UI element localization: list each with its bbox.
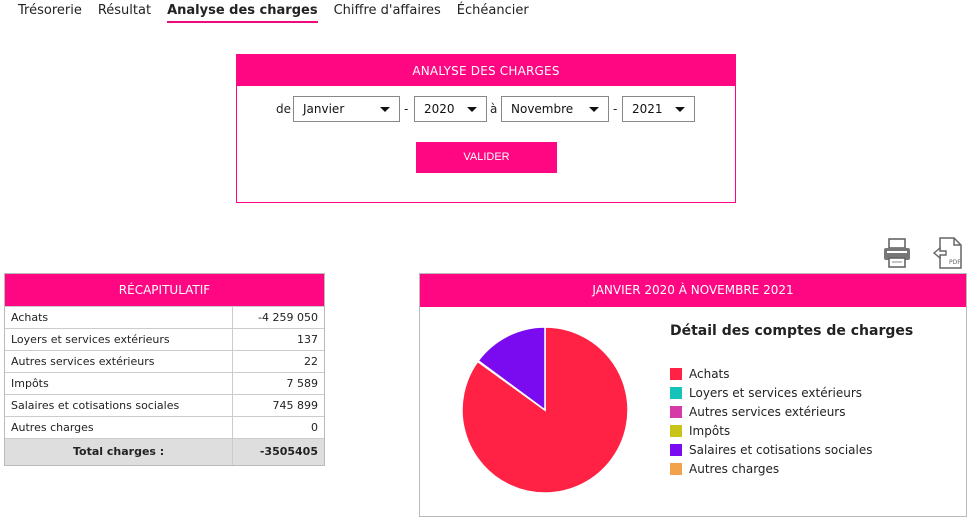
row-value: 0 [232,416,324,439]
from-year-value: 2020 [424,102,455,116]
legend-swatch [670,386,682,399]
from-month-select[interactable]: Janvier [293,96,400,122]
legend-label: Autres charges [689,461,780,476]
table-row: Autres charges 0 [5,416,324,439]
legend-swatch [670,443,682,456]
pie-chart [461,326,629,494]
legend-label: Autres services extérieurs [689,404,846,419]
table-row: Salaires et cotisations sociales 745 899 [5,394,324,417]
legend-item: Salaires et cotisations sociales [670,440,873,459]
filter-title: ANALYSE DES CHARGES [237,55,735,86]
row-label: Autres charges [5,416,233,439]
legend-title: Détail des comptes de charges [670,323,914,339]
legend-swatch [670,405,682,418]
to-year-select[interactable]: 2021 [622,96,695,122]
validate-button[interactable]: VALIDER [416,142,557,173]
top-nav: Trésorerie Résultat Analyse des charges … [18,0,545,26]
row-value: 137 [232,328,324,351]
legend-swatch [670,367,682,380]
legend-label: Achats [689,366,730,381]
from-label: de [276,102,291,116]
row-label: Autres services extérieurs [5,350,233,373]
table-row: Loyers et services extérieurs 137 [5,328,324,351]
charges-filter-panel: ANALYSE DES CHARGES de Janvier - 2020 à … [236,54,736,203]
separator-dash: - [404,102,409,116]
recap-panel: RÉCAPITULATIF Achats -4 259 050 Loyers e… [4,273,325,466]
from-year-select[interactable]: 2020 [414,96,487,122]
nav-analyse-des-charges[interactable]: Analyse des charges [167,0,318,23]
nav-resultat[interactable]: Résultat [98,0,151,23]
row-label: Achats [5,306,233,329]
to-month-select[interactable]: Novembre [501,96,609,122]
nav-echeancier[interactable]: Échéancier [457,0,529,23]
recap-title: RÉCAPITULATIF [5,274,324,306]
table-row: Impôts 7 589 [5,372,324,395]
legend-item: Autres charges [670,459,873,478]
row-label: Impôts [5,372,233,395]
total-label: Total charges : [5,438,233,465]
to-label: à [490,102,498,116]
legend-swatch [670,462,682,475]
table-row: Achats -4 259 050 [5,306,324,329]
separator-dash: - [613,102,618,116]
chevron-down-icon [467,107,477,112]
row-value: 745 899 [232,394,324,417]
legend-item: Autres services extérieurs [670,402,873,421]
nav-chiffre-affaires[interactable]: Chiffre d'affaires [334,0,441,23]
printer-icon[interactable] [881,236,913,270]
pdf-label: PDF [949,259,961,266]
from-month-value: Janvier [303,102,345,116]
chevron-down-icon [675,107,685,112]
legend-item: Loyers et services extérieurs [670,383,873,402]
table-row: Autres services extérieurs 22 [5,350,324,373]
to-year-value: 2021 [632,102,663,116]
pdf-export-icon[interactable]: PDF [932,236,968,270]
row-value: 7 589 [232,372,324,395]
total-row: Total charges : -3505405 [5,438,324,465]
row-value: -4 259 050 [232,306,324,329]
nav-tresorerie[interactable]: Trésorerie [18,0,82,23]
legend-label: Impôts [689,423,731,438]
recap-table: Achats -4 259 050 Loyers et services ext… [5,306,324,465]
legend-item: Achats [670,364,873,383]
to-month-value: Novembre [511,102,574,116]
legend-label: Salaires et cotisations sociales [689,442,873,457]
total-value: -3505405 [232,438,324,465]
row-value: 22 [232,350,324,373]
legend-swatch [670,424,682,437]
chart-legend: Achats Loyers et services extérieurs Autre… [670,364,873,478]
charges-chart-panel: JANVIER 2020 À NOVEMBRE 2021 Détail des … [419,273,967,517]
chevron-down-icon [380,107,390,112]
row-label: Loyers et services extérieurs [5,328,233,351]
legend-label: Loyers et services extérieurs [689,385,863,400]
chart-period-header: JANVIER 2020 À NOVEMBRE 2021 [420,274,966,307]
chevron-down-icon [589,107,599,112]
row-label: Salaires et cotisations sociales [5,394,233,417]
date-range-row: de Janvier - 2020 à Novembre - 2021 [237,96,735,122]
legend-item: Impôts [670,421,873,440]
